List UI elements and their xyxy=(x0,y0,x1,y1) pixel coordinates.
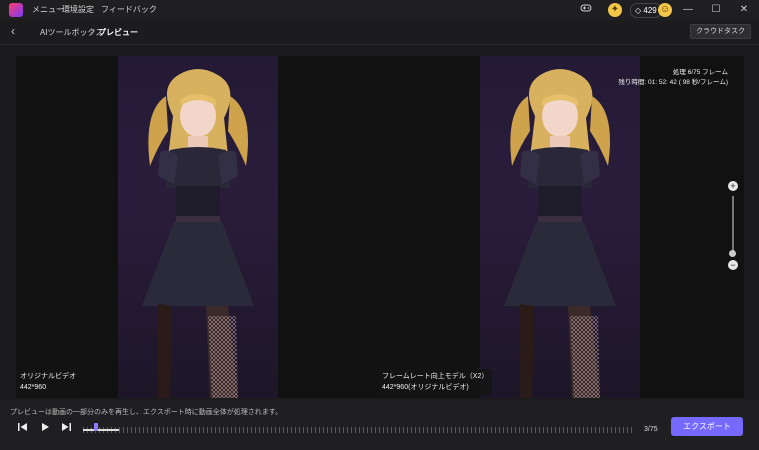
enhanced-model-title: フレームレート向上モデル（X2） xyxy=(382,373,489,380)
play-icon[interactable] xyxy=(38,422,52,436)
gem-balance[interactable]: ◇ 429 xyxy=(630,3,662,18)
playhead-marker[interactable] xyxy=(94,423,98,431)
breadcrumb-current: プレビュー xyxy=(98,28,138,37)
app-logo-icon xyxy=(9,3,23,17)
character-figure-left xyxy=(142,69,254,398)
original-video-resolution: 442*960 xyxy=(20,384,47,391)
close-icon[interactable]: ✕ xyxy=(737,3,751,17)
preview-stage: オリジナルビデオ 442*960 フレームレート向上モデル（X2） 442*96… xyxy=(16,56,744,398)
menu-item-settings[interactable]: 環境設定 xyxy=(62,4,94,15)
previous-frame-icon[interactable] xyxy=(16,422,30,436)
processing-progress: 処理 6/75 フレーム xyxy=(672,69,728,76)
gift-icon[interactable]: ✦ xyxy=(608,3,622,17)
original-video-title: オリジナルビデオ xyxy=(20,373,76,380)
breadcrumb-separator: > xyxy=(90,27,95,36)
preview-note: プレビューは動画の一部分のみを再生し、エクスポート時に動画全体が処理されます。 xyxy=(10,409,283,416)
enhanced-video-resolution: 442*960(オリジナルビデオ) xyxy=(382,384,469,391)
original-video-panel xyxy=(118,56,278,398)
zoom-slider-handle[interactable] xyxy=(729,250,736,257)
gem-icon: ◇ xyxy=(635,6,642,15)
next-frame-icon[interactable] xyxy=(59,422,73,436)
menu-item-feedback[interactable]: フィードバック xyxy=(101,4,157,15)
frame-counter: 3/75 xyxy=(644,426,658,433)
minimize-icon[interactable]: — xyxy=(681,3,695,17)
back-arrow-icon[interactable]: ‹ xyxy=(11,24,15,38)
cloud-task-button[interactable]: クラウドタスク xyxy=(690,24,751,39)
enhanced-video-label: フレームレート向上モデル（X2） 442*960(オリジナルビデオ) xyxy=(378,369,493,395)
gamepad-icon[interactable] xyxy=(579,3,593,17)
maximize-icon[interactable]: ☐ xyxy=(709,3,723,17)
avatar-icon[interactable]: ☺ xyxy=(658,3,672,17)
remaining-time: 残り時間: 01: 52: 42 ( 98 秒/フレーム) xyxy=(618,79,728,86)
timeline-track[interactable] xyxy=(83,427,633,433)
menu-item-menu[interactable]: メニュー xyxy=(32,4,64,15)
zoom-in-button[interactable]: + xyxy=(728,181,738,191)
zoom-slider-track[interactable] xyxy=(732,196,734,252)
timeline-processed xyxy=(83,429,119,431)
breadcrumb-bar: ‹ AIツールボックス > プレビュー クラウドタスク xyxy=(0,20,759,45)
gem-count: 429 xyxy=(643,6,657,15)
zoom-out-button[interactable]: − xyxy=(728,260,738,270)
title-bar: メニュー 環境設定 フィードバック ✦ ◇ 429 ☺ — ☐ ✕ xyxy=(0,0,759,20)
export-button[interactable]: エクスポート xyxy=(671,417,743,436)
enhanced-video-panel xyxy=(480,56,640,398)
original-video-label: オリジナルビデオ 442*960 xyxy=(16,369,80,395)
character-figure-right xyxy=(504,69,616,398)
playback-bar: プレビューは動画の一部分のみを再生し、エクスポート時に動画全体が処理されます。 … xyxy=(0,400,759,450)
